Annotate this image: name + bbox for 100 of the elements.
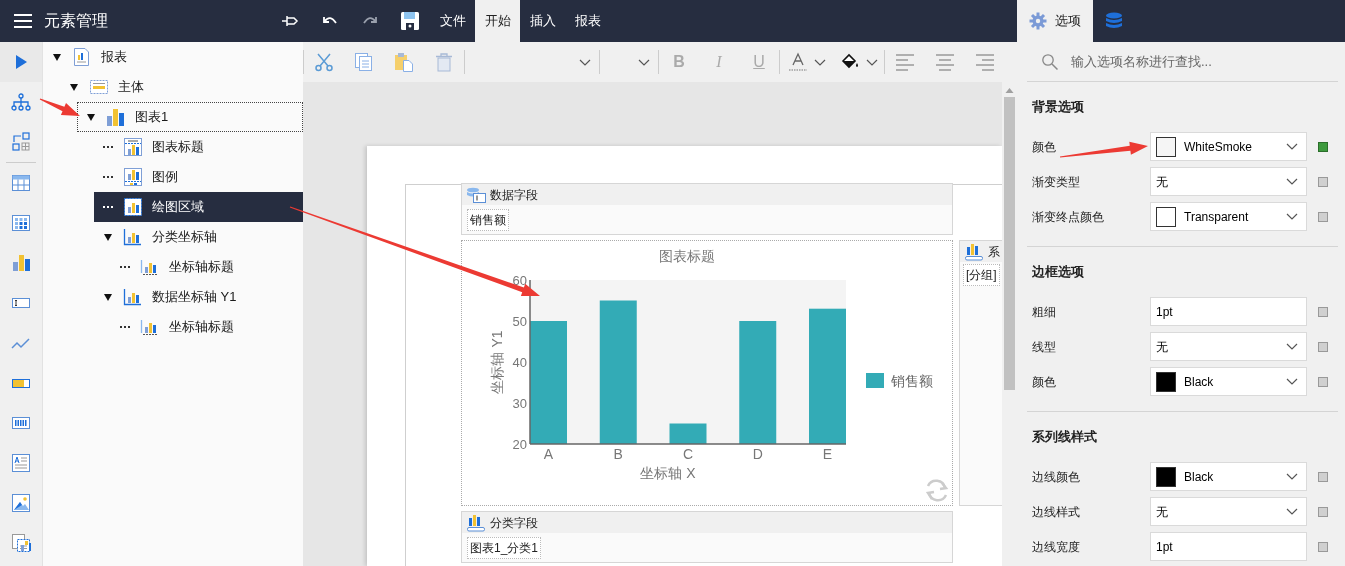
- dropdown[interactable]: 无: [1150, 497, 1307, 526]
- color-dropdown[interactable]: Black: [1150, 462, 1307, 491]
- table-icon: [11, 173, 31, 193]
- tree-item[interactable]: 绘图区域: [94, 192, 303, 222]
- chevron-down-icon: [638, 58, 650, 66]
- axis-title-icon: [140, 317, 160, 337]
- option-label: 边线样式: [1032, 504, 1080, 519]
- expand-arrow[interactable]: [87, 113, 95, 121]
- text-document-icon: [11, 453, 31, 473]
- bar-chart-icon: [106, 107, 126, 127]
- paste-icon: [394, 52, 414, 72]
- axis-title: 坐标轴 X: [640, 465, 696, 481]
- option-label: 渐变终点颜色: [1032, 209, 1104, 224]
- menu-tab[interactable]: 报表: [565, 0, 610, 42]
- chart-title: 图表标题: [659, 248, 715, 264]
- axis-title-icon: [140, 257, 160, 277]
- align-right-icon: [975, 52, 995, 72]
- panel-title: 系: [988, 243, 1000, 261]
- save-icon: [400, 11, 420, 31]
- option-label: 边线宽度: [1032, 539, 1080, 554]
- rail-button[interactable]: [0, 42, 42, 82]
- database-icon: [1105, 12, 1123, 30]
- align-left-icon: [895, 52, 915, 72]
- category-label: C: [682, 446, 694, 462]
- search-field[interactable]: 输入选项名称进行查找...: [1069, 50, 1329, 73]
- expand-arrow[interactable]: [70, 83, 78, 91]
- option-label: 渐变类型: [1032, 174, 1080, 189]
- search-icon: [1041, 52, 1059, 71]
- axis-title: 坐标轴 Y1: [489, 330, 505, 394]
- app-title: 元素管理: [44, 11, 108, 31]
- hierarchy-icon: [11, 92, 31, 112]
- chevron-down-icon: [814, 58, 826, 66]
- grid-icon: [11, 213, 31, 233]
- chevron-down-icon: [1286, 213, 1298, 220]
- option-label: 线型: [1032, 339, 1056, 354]
- band-icon: [89, 77, 109, 97]
- field-chip[interactable]: 图表1_分类1: [467, 536, 542, 559]
- font-color-icon: [788, 52, 808, 72]
- scissors-icon: [314, 52, 334, 72]
- menu-button[interactable]: [12, 14, 34, 28]
- align-center-icon: [935, 52, 955, 72]
- option-label: 粗细: [1032, 304, 1056, 319]
- section-title: 边框选项: [1032, 263, 1085, 281]
- option-label: 颜色: [1032, 139, 1056, 154]
- expand-arrow[interactable]: [53, 53, 61, 61]
- bar-chart-icon: [11, 253, 31, 273]
- field-chip[interactable]: [分组]: [963, 264, 1000, 286]
- option-label: 边线颜色: [1032, 469, 1080, 484]
- category-label: A: [543, 446, 554, 462]
- dropdown[interactable]: 无: [1150, 167, 1307, 196]
- image-icon: [11, 493, 31, 513]
- chart-axis-icon: [123, 227, 143, 247]
- data-field-icon: [466, 186, 486, 203]
- plot-area-icon: [123, 197, 143, 217]
- legend-icon: [123, 167, 143, 187]
- tree-item[interactable]: 坐标轴标题: [111, 312, 303, 342]
- section-title: 系列线样式: [1032, 428, 1098, 446]
- category-label: E: [822, 446, 833, 462]
- tree-item[interactable]: 主体: [60, 72, 303, 102]
- color-dropdown[interactable]: Black: [1150, 367, 1307, 396]
- chevron-down-icon: [1286, 143, 1298, 150]
- color-dropdown[interactable]: Transparent: [1150, 202, 1307, 231]
- tree-item[interactable]: 图例: [94, 162, 303, 192]
- section-title: 背景选项: [1032, 98, 1085, 116]
- vertical-scrollbar[interactable]: [1002, 82, 1017, 566]
- tree-item[interactable]: 图表1: [77, 102, 303, 132]
- menu-tab[interactable]: 开始: [475, 0, 520, 42]
- text-field[interactable]: 1pt: [1150, 532, 1307, 561]
- trash-icon: [434, 52, 454, 72]
- tick-label: 40: [512, 355, 527, 370]
- tree-item[interactable]: 坐标轴标题: [111, 252, 303, 282]
- expand-arrow[interactable]: [104, 293, 112, 301]
- menu-tab[interactable]: 文件: [430, 0, 475, 42]
- copy-icon: [354, 52, 374, 72]
- chevron-down-icon: [866, 58, 878, 66]
- chart-title-icon: [123, 137, 143, 157]
- chart-axis-icon: [123, 287, 143, 307]
- legend-label: 销售额: [891, 373, 933, 389]
- panel-title: 数据字段: [490, 186, 538, 204]
- panel-tab[interactable]: 选项: [1017, 0, 1093, 42]
- chevron-down-icon: [1286, 343, 1298, 350]
- tree-item[interactable]: 数据坐标轴 Y1: [94, 282, 303, 312]
- menu-tab[interactable]: 插入: [520, 0, 565, 42]
- tree-item[interactable]: 报表: [43, 42, 303, 72]
- category-label: D: [752, 446, 763, 462]
- tick-label: 20: [512, 437, 527, 452]
- tree-item[interactable]: 分类坐标轴: [94, 222, 303, 252]
- tick-label: 50: [512, 314, 527, 329]
- tick-label: 30: [512, 396, 527, 411]
- tree-item[interactable]: 图表标题: [94, 132, 303, 162]
- menu-icon: [14, 14, 32, 28]
- text-field[interactable]: 1pt: [1150, 297, 1307, 326]
- document-stack-icon: [11, 533, 31, 553]
- color-dropdown[interactable]: WhiteSmoke: [1150, 132, 1307, 161]
- dropdown[interactable]: 无: [1150, 332, 1307, 361]
- chevron-down-icon: [579, 58, 591, 66]
- panel-title: 分类字段: [490, 514, 538, 532]
- field-chip[interactable]: 销售额: [467, 208, 509, 231]
- expand-arrow[interactable]: [104, 233, 112, 241]
- settings-icon: [1029, 12, 1047, 30]
